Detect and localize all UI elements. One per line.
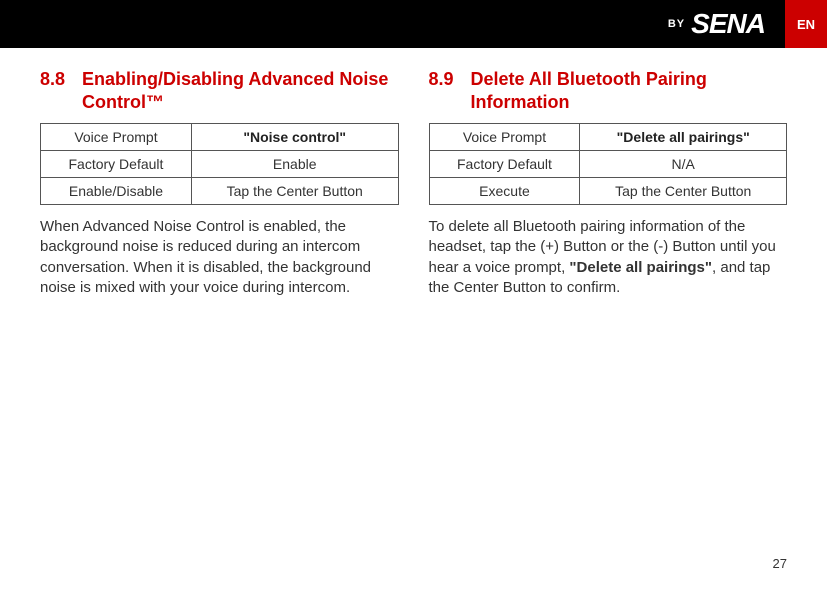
body-bold: "Delete all pairings" [569, 259, 712, 276]
right-column: 8.9 Delete All Bluetooth Pairing Informa… [429, 68, 788, 298]
cell-label: Voice Prompt [429, 124, 580, 151]
header-bar: BY SENA EN [0, 0, 827, 48]
language-tab: EN [785, 0, 827, 48]
table-row: Factory Default N/A [429, 151, 787, 178]
section-number: 8.8 [40, 68, 82, 113]
table-row: Enable/Disable Tap the Center Button [41, 178, 399, 205]
table-row: Execute Tap the Center Button [429, 178, 787, 205]
cell-label: Execute [429, 178, 580, 205]
section-heading-8-9: 8.9 Delete All Bluetooth Pairing Informa… [429, 68, 788, 113]
content-area: 8.8 Enabling/Disabling Advanced Noise Co… [0, 48, 827, 298]
spec-table-noise-control: Voice Prompt "Noise control" Factory Def… [40, 123, 399, 205]
cell-value: Enable [191, 151, 398, 178]
table-row: Voice Prompt "Noise control" [41, 124, 399, 151]
body-text-delete-pairings: To delete all Bluetooth pairing informat… [429, 217, 788, 298]
table-row: Voice Prompt "Delete all pairings" [429, 124, 787, 151]
section-title: Enabling/Disabling Advanced Noise Contro… [82, 68, 399, 113]
cell-label: Factory Default [429, 151, 580, 178]
section-heading-8-8: 8.8 Enabling/Disabling Advanced Noise Co… [40, 68, 399, 113]
body-text-noise-control: When Advanced Noise Control is enabled, … [40, 217, 399, 298]
spec-table-delete-pairings: Voice Prompt "Delete all pairings" Facto… [429, 123, 788, 205]
brand-area: BY SENA [668, 8, 785, 40]
cell-label: Enable/Disable [41, 178, 192, 205]
table-row: Factory Default Enable [41, 151, 399, 178]
cell-value: "Noise control" [191, 124, 398, 151]
cell-value: Tap the Center Button [191, 178, 398, 205]
cell-value: Tap the Center Button [580, 178, 787, 205]
cell-label: Voice Prompt [41, 124, 192, 151]
cell-value: N/A [580, 151, 787, 178]
cell-value: "Delete all pairings" [580, 124, 787, 151]
section-title: Delete All Bluetooth Pairing Information [471, 68, 788, 113]
left-column: 8.8 Enabling/Disabling Advanced Noise Co… [40, 68, 399, 298]
section-number: 8.9 [429, 68, 471, 113]
brand-logo: SENA [691, 8, 765, 40]
by-label: BY [668, 18, 685, 30]
page-number: 27 [773, 556, 787, 571]
cell-label: Factory Default [41, 151, 192, 178]
